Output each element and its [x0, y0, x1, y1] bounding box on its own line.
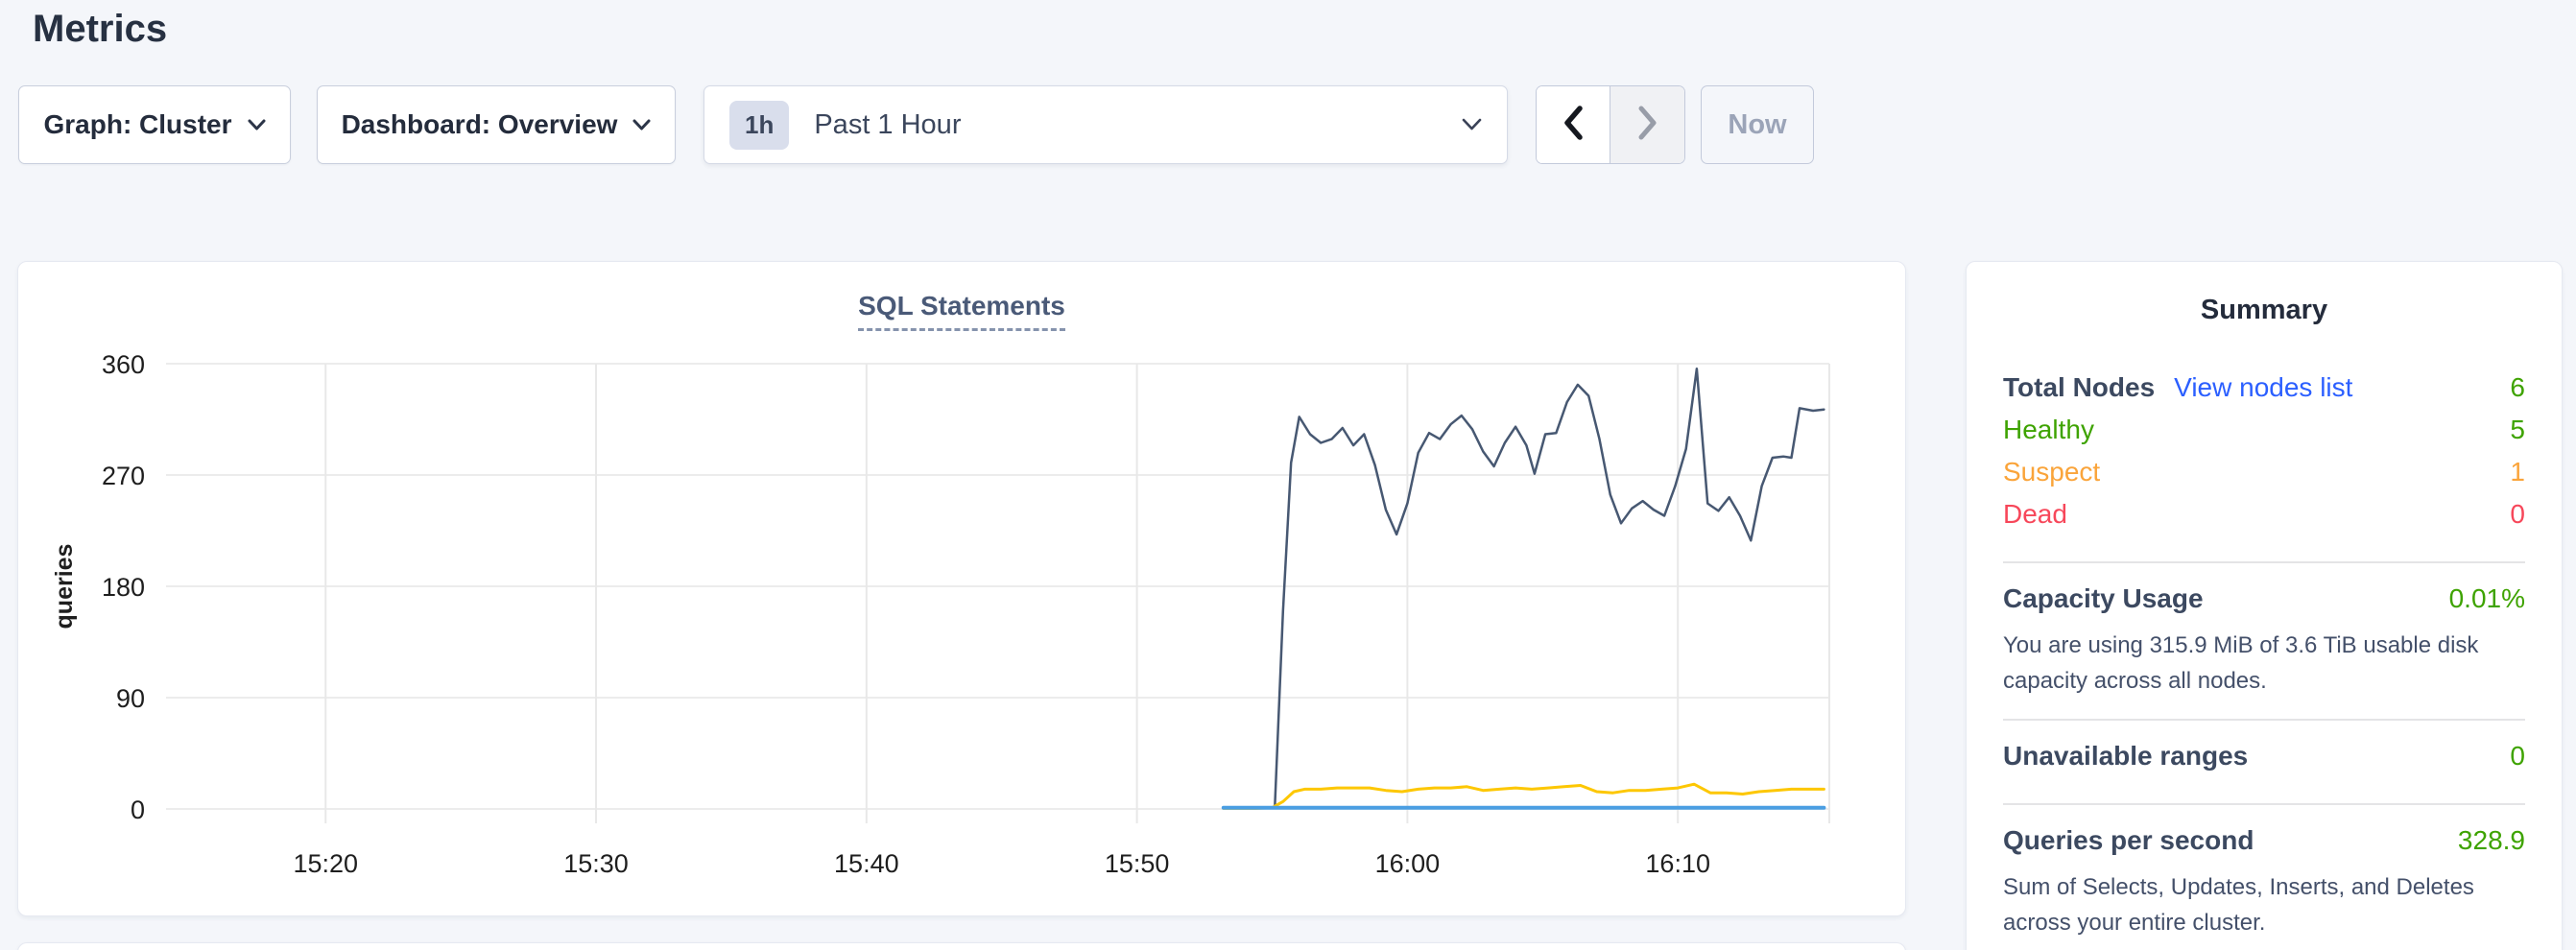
now-button[interactable]: Now: [1701, 85, 1814, 164]
summary-divider: [2003, 803, 2525, 805]
svg-text:0: 0: [131, 796, 145, 824]
summary-row-capacity-usage: Capacity Usage 0.01%: [2003, 583, 2525, 626]
summary-row-dead: Dead 0: [2003, 499, 2525, 541]
svg-text:15:30: 15:30: [563, 849, 629, 878]
summary-subtext-capacity-usage: You are using 315.9 MiB of 3.6 TiB usabl…: [2003, 628, 2525, 699]
svg-text:queries: queries: [51, 544, 78, 629]
summary-value-unavailable-ranges: 0: [2510, 741, 2525, 772]
summary-row-unavailable-ranges: Unavailable ranges 0: [2003, 741, 2525, 783]
chevron-down-icon: [248, 119, 266, 131]
yellow-line: [1224, 784, 1825, 808]
summary-label-suspect: Suspect: [2003, 457, 2100, 487]
svg-text:16:00: 16:00: [1375, 849, 1441, 878]
metrics-page: { "page": { "title": "Metrics" }, "toolb…: [0, 0, 2576, 950]
graph-dropdown-label: Graph: Cluster: [43, 109, 231, 140]
chevron-down-icon: [1462, 118, 1482, 131]
svg-text:15:50: 15:50: [1105, 849, 1170, 878]
dashboard-dropdown-label: Dashboard: Overview: [342, 109, 618, 140]
summary-label-queries-per-second: Queries per second: [2003, 825, 2254, 856]
graph-dropdown[interactable]: Graph: Cluster: [18, 85, 291, 164]
summary-value-dead: 0: [2510, 499, 2525, 530]
chevron-down-icon: [632, 119, 651, 131]
chart-title-row: SQL Statements: [18, 291, 1905, 331]
svg-text:15:20: 15:20: [293, 849, 358, 878]
summary-value-healthy: 5: [2510, 415, 2525, 445]
time-range-selector[interactable]: 1h Past 1 Hour: [704, 85, 1508, 164]
time-range-badge: 1h: [729, 101, 789, 150]
next-chart-card: [17, 942, 1906, 950]
chevron-left-icon: [1561, 104, 1586, 147]
summary-value-total-nodes: 6: [2510, 372, 2525, 403]
summary-panel: Summary Total Nodes View nodes list 6 Healt…: [1966, 261, 2563, 950]
svg-text:16:10: 16:10: [1645, 849, 1710, 878]
sql-statements-chart-card: SQL Statements 0 90 180 270 360 15:20 15:30 15:…: [17, 261, 1906, 916]
summary-row-queries-per-second: Queries per second 328.9: [2003, 825, 2525, 867]
summary-value-capacity-usage: 0.01%: [2449, 583, 2525, 614]
chart-title[interactable]: SQL Statements: [858, 291, 1065, 331]
summary-title: Summary: [1967, 262, 2562, 326]
summary-row-total-nodes: Total Nodes View nodes list 6: [2003, 372, 2525, 415]
summary-label-unavailable-ranges: Unavailable ranges: [2003, 741, 2248, 772]
dashboard-dropdown[interactable]: Dashboard: Overview: [317, 85, 676, 164]
summary-row-healthy: Healthy 5: [2003, 415, 2525, 457]
svg-text:90: 90: [116, 684, 145, 713]
summary-value-queries-per-second: 328.9: [2458, 825, 2525, 856]
sql-statements-chart-svg[interactable]: 0 90 180 270 360 15:20 15:30 15:40 15:50 16:00 16:…: [18, 262, 1907, 917]
summary-row-suspect: Suspect 1: [2003, 457, 2525, 499]
svg-text:180: 180: [102, 573, 145, 602]
chevron-right-icon: [1635, 104, 1660, 147]
svg-text:270: 270: [102, 462, 145, 490]
summary-label-capacity-usage: Capacity Usage: [2003, 583, 2204, 614]
svg-text:15:40: 15:40: [834, 849, 899, 878]
summary-label-dead: Dead: [2003, 499, 2067, 530]
page-title: Metrics: [33, 8, 167, 51]
previous-timespan-button[interactable]: [1537, 86, 1610, 163]
summary-rows: Total Nodes View nodes list 6 Healthy 5 Suspe…: [1967, 372, 2562, 940]
dark-slate-line: [1275, 368, 1824, 806]
summary-divider: [2003, 561, 2525, 563]
summary-divider: [2003, 719, 2525, 721]
time-step-buttons: [1536, 85, 1685, 164]
toolbar: Graph: Cluster Dashboard: Overview 1h Pa…: [0, 85, 2576, 164]
summary-label-total-nodes: Total Nodes: [2003, 372, 2155, 403]
next-timespan-button[interactable]: [1610, 86, 1684, 163]
summary-value-suspect: 1: [2510, 457, 2525, 487]
time-range-label: Past 1 Hour: [814, 109, 1437, 141]
summary-subtext-queries-per-second: Sum of Selects, Updates, Inserts, and De…: [2003, 869, 2525, 940]
svg-text:360: 360: [102, 350, 145, 379]
summary-label-healthy: Healthy: [2003, 415, 2094, 445]
view-nodes-list-link[interactable]: View nodes list: [2174, 372, 2352, 403]
